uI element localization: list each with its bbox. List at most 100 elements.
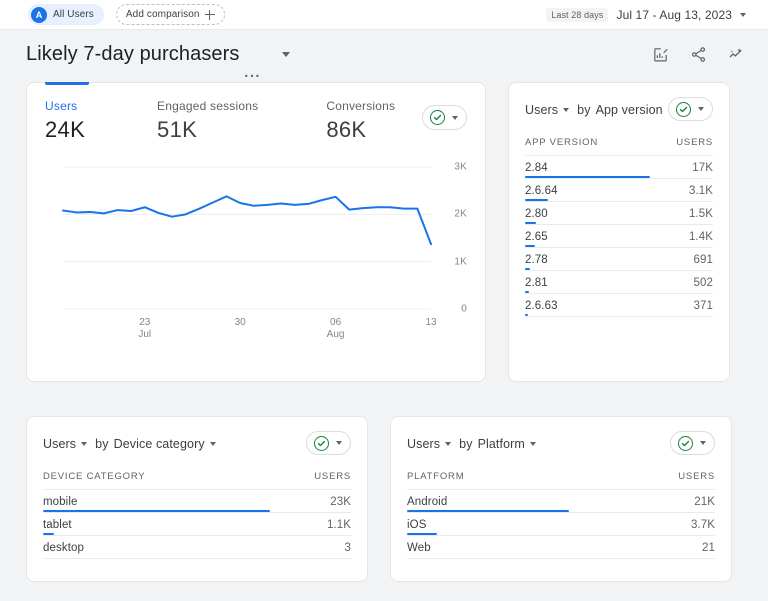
- add-comparison-button[interactable]: Add comparison: [116, 4, 225, 25]
- row-dimension-value: 2.78: [525, 248, 650, 271]
- share-icon[interactable]: [688, 44, 708, 64]
- chart-status-selector[interactable]: [422, 105, 467, 130]
- x-axis-tick-label: 30: [235, 317, 246, 329]
- edit-report-icon[interactable]: [650, 44, 670, 64]
- table-row[interactable]: 2.651.4K: [525, 225, 713, 248]
- insights-icon[interactable]: [726, 44, 746, 64]
- column-header-dimension[interactable]: APP VERSION: [525, 137, 650, 156]
- table-header-row: PLATFORM USERS: [407, 471, 715, 490]
- metric-value: 86K: [326, 117, 395, 143]
- title-bar: Likely 7-day purchasers ...: [0, 30, 768, 78]
- chevron-down-icon: [698, 107, 704, 111]
- chevron-down-icon: [445, 442, 451, 446]
- by-label: by: [459, 437, 472, 451]
- metric-label: Conversions: [326, 99, 395, 113]
- row-dimension-value: Android: [407, 490, 595, 513]
- row-dimension-value: 2.6.63: [525, 294, 650, 317]
- row-dimension-value: tablet: [43, 513, 270, 536]
- table-row[interactable]: 2.6.63371: [525, 294, 713, 317]
- card-status-selector[interactable]: [668, 97, 713, 121]
- row-dimension-value: 2.6.64: [525, 179, 650, 202]
- row-metric-value: 21: [595, 536, 715, 559]
- metric-selector[interactable]: Users: [525, 103, 569, 117]
- column-header-metric[interactable]: USERS: [595, 471, 715, 490]
- card-header: Users by App version: [525, 97, 713, 123]
- report-selector-chevron-icon[interactable]: [282, 52, 290, 57]
- check-circle-icon: [314, 436, 329, 451]
- date-range-picker[interactable]: Last 28 days Jul 17 - Aug 13, 2023: [546, 8, 746, 22]
- page-title: Likely 7-day purchasers: [26, 43, 240, 66]
- dashboard-content: Users 24K Engaged sessions 51K Conversio…: [0, 78, 768, 582]
- comparison-bar: A All Users Add comparison Last 28 days …: [0, 0, 768, 30]
- column-header-dimension[interactable]: PLATFORM: [407, 471, 595, 490]
- check-circle-icon: [678, 436, 693, 451]
- y-axis-tick-label: 2K: [454, 209, 467, 220]
- series-line-users: [63, 196, 431, 244]
- metric-tab-conversions[interactable]: Conversions 86K: [326, 99, 395, 143]
- line-chart-svg: [45, 157, 469, 337]
- device-category-table: DEVICE CATEGORY USERS mobile23Ktablet1.1…: [43, 471, 351, 559]
- table-row[interactable]: 2.6.643.1K: [525, 179, 713, 202]
- metric-label: Users: [45, 99, 85, 113]
- row-bar: [407, 556, 595, 559]
- metric-label: Engaged sessions: [157, 99, 258, 113]
- card-header: Users by Device category: [43, 431, 351, 457]
- column-header-metric[interactable]: USERS: [270, 471, 351, 490]
- y-axis-tick-label: 0: [461, 304, 467, 315]
- table-row[interactable]: 2.81502: [525, 271, 713, 294]
- chevron-down-icon: [530, 442, 536, 446]
- bottom-row: Users by Device category DEVICE CA: [26, 416, 746, 582]
- table-row[interactable]: Web21: [407, 536, 715, 559]
- column-header-metric[interactable]: USERS: [650, 137, 713, 156]
- metric-value: 51K: [157, 117, 258, 143]
- row-metric-value: 3.7K: [595, 513, 715, 536]
- users-line-chart: 01K2K3K 23Jul3006Aug13: [45, 157, 467, 337]
- metric-selector[interactable]: Users: [407, 437, 451, 451]
- row-metric-value: 3.1K: [650, 179, 713, 202]
- row-dimension-value: desktop: [43, 536, 270, 559]
- table-row[interactable]: mobile23K: [43, 490, 351, 513]
- card-header: Users by Platform: [407, 431, 715, 457]
- add-comparison-label: Add comparison: [126, 9, 200, 20]
- card-status-selector[interactable]: [670, 431, 715, 455]
- title-ellipsis: ...: [244, 64, 261, 78]
- audience-chip-all-users[interactable]: A All Users: [28, 4, 104, 25]
- row-metric-value: 502: [650, 271, 713, 294]
- card-status-selector[interactable]: [306, 431, 351, 455]
- table-row[interactable]: iOS3.7K: [407, 513, 715, 536]
- row-dimension-value: iOS: [407, 513, 595, 536]
- top-row: Users 24K Engaged sessions 51K Conversio…: [26, 82, 746, 382]
- chevron-down-icon: [81, 442, 87, 446]
- row-metric-value: 1.1K: [270, 513, 351, 536]
- platform-table: PLATFORM USERS Android21KiOS3.7KWeb21: [407, 471, 715, 559]
- table-row[interactable]: 2.78691: [525, 248, 713, 271]
- platform-card: Users by Platform PLATFORM: [390, 416, 732, 582]
- table-row[interactable]: desktop3: [43, 536, 351, 559]
- app-version-table: APP VERSION USERS 2.8417K2.6.643.1K2.801…: [525, 137, 713, 317]
- metric-tab-engaged-sessions[interactable]: Engaged sessions 51K: [157, 99, 258, 143]
- chevron-down-icon: [210, 442, 216, 446]
- row-metric-value: 1.4K: [650, 225, 713, 248]
- chevron-down-icon: [563, 108, 569, 112]
- by-label: by: [577, 103, 590, 117]
- x-axis-tick-label: 06Aug: [327, 317, 345, 341]
- dimension-selector-label: Device category: [114, 437, 205, 451]
- row-dimension-value: 2.80: [525, 202, 650, 225]
- app-version-card: Users by App version APP VERSION: [508, 82, 730, 382]
- row-bar: [43, 556, 270, 559]
- dimension-selector[interactable]: by Device category: [95, 437, 216, 451]
- check-circle-icon: [430, 110, 445, 125]
- table-body: 2.8417K2.6.643.1K2.801.5K2.651.4K2.78691…: [525, 156, 713, 317]
- chevron-down-icon: [700, 441, 706, 445]
- date-range-badge: Last 28 days: [546, 8, 608, 22]
- table-row[interactable]: 2.8417K: [525, 156, 713, 179]
- metric-selector[interactable]: Users: [43, 437, 87, 451]
- dimension-selector[interactable]: by Platform: [459, 437, 536, 451]
- table-row[interactable]: 2.801.5K: [525, 202, 713, 225]
- table-row[interactable]: tablet1.1K: [43, 513, 351, 536]
- metric-tab-users[interactable]: Users 24K: [45, 99, 85, 143]
- column-header-dimension[interactable]: DEVICE CATEGORY: [43, 471, 270, 490]
- dimension-selector[interactable]: by App version: [577, 103, 674, 117]
- table-row[interactable]: Android21K: [407, 490, 715, 513]
- metric-selector-label: Users: [525, 103, 558, 117]
